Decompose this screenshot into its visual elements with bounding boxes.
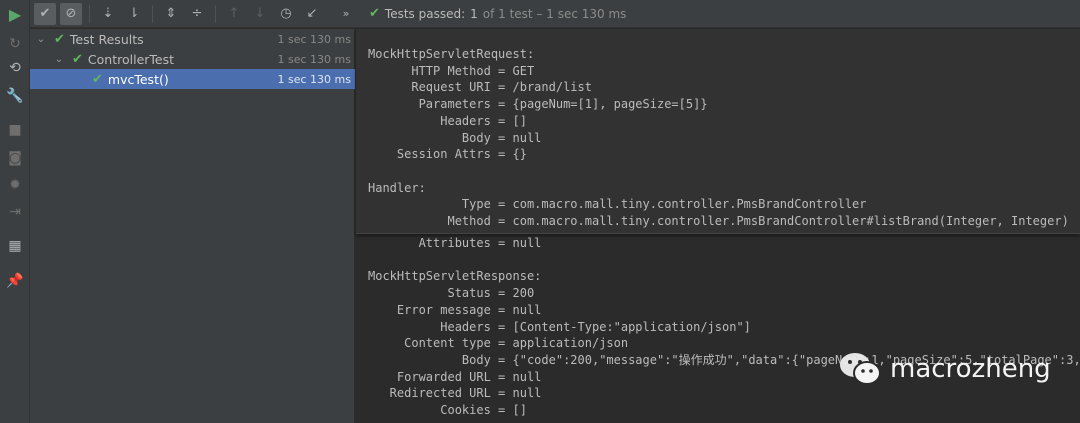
test-tree: ⌄ ✔ Test Results 1 sec 130 ms ⌄ ✔ Contro… <box>30 29 355 423</box>
tree-item-time: 1 sec 130 ms <box>277 32 351 46</box>
wechat-icon <box>840 353 881 385</box>
divider <box>89 4 90 23</box>
check-icon: ✔ <box>72 51 83 67</box>
debug-icon[interactable]: ✹ <box>0 177 30 193</box>
left-tool-strip: ▶ ↻ ⟲ 🔧 ■ ◙ ✹ ⇥ ▦ 📌 <box>0 0 30 423</box>
sort-alphabetically-button[interactable]: ⇣ <box>97 3 119 25</box>
toggle-auto-test-icon[interactable]: ⟲ <box>0 60 30 76</box>
tree-item-time: 1 sec 130 ms <box>277 52 351 66</box>
divider <box>152 4 153 23</box>
check-icon: ✔ <box>54 31 65 47</box>
previous-test-button[interactable]: ↑ <box>223 3 245 25</box>
show-passed-button[interactable]: ✔ <box>34 2 56 25</box>
console-request-text: MockHttpServletRequest: HTTP Method = GE… <box>368 47 1069 229</box>
console-response-text: Attributes = null MockHttpServletRespons… <box>368 236 1080 418</box>
status-prefix: Tests passed: <box>384 6 466 21</box>
test-status: ✔ Tests passed: 1 of 1 test – 1 sec 130 … <box>369 6 626 21</box>
watermark-text: macrozheng <box>890 354 1051 384</box>
more-button[interactable]: » <box>335 3 357 25</box>
tree-item-test-results[interactable]: ⌄ ✔ Test Results 1 sec 130 ms <box>30 29 355 49</box>
tree-item-label: Test Results <box>69 31 144 47</box>
run-icon[interactable]: ▶ <box>0 5 30 24</box>
watermark: macrozheng <box>838 350 1051 388</box>
test-history-button[interactable]: ◷ <box>275 3 297 25</box>
chevron-down-icon[interactable]: ⌄ <box>34 34 48 45</box>
console-request-popup: MockHttpServletRequest: HTTP Method = GE… <box>356 29 1080 234</box>
wrench-icon[interactable]: 🔧 <box>0 88 30 104</box>
check-icon: ✔ <box>369 6 380 21</box>
layout-icon[interactable]: ▦ <box>0 238 30 254</box>
stop-icon[interactable]: ■ <box>0 122 30 138</box>
tree-item-label: mvcTest() <box>107 71 169 87</box>
tree-item-controller-test[interactable]: ⌄ ✔ ControllerTest 1 sec 130 ms <box>30 49 355 69</box>
divider <box>215 4 216 23</box>
show-ignored-button[interactable]: ⊘ <box>60 2 82 25</box>
import-icon[interactable]: ⇥ <box>0 204 30 220</box>
status-suffix: of 1 test – 1 sec 130 ms <box>482 6 627 21</box>
next-test-button[interactable]: ↓ <box>249 3 271 25</box>
camera-icon[interactable]: ◙ <box>0 150 30 166</box>
status-count: 1 <box>470 6 478 21</box>
tree-item-label: ControllerTest <box>87 51 175 67</box>
collapse-all-button[interactable]: ÷ <box>186 3 208 25</box>
test-toolbar: ✔ ⊘ ⇣ ⇂ ⇕ ÷ ↑ ↓ ◷ ↙ » ✔ Tests passed: 1 … <box>30 0 1080 28</box>
chevron-down-icon[interactable]: ⌄ <box>52 54 66 65</box>
sort-by-duration-button[interactable]: ⇂ <box>123 3 145 25</box>
check-icon: ✔ <box>92 71 103 87</box>
pin-icon[interactable]: 📌 <box>0 273 30 289</box>
expand-all-button[interactable]: ⇕ <box>160 3 182 25</box>
rerun-failed-icon[interactable]: ↻ <box>0 36 30 52</box>
import-tests-button[interactable]: ↙ <box>301 3 323 25</box>
tree-item-time: 1 sec 130 ms <box>277 72 351 86</box>
tree-item-mvc-test[interactable]: ✔ mvcTest() 1 sec 130 ms <box>30 69 355 89</box>
